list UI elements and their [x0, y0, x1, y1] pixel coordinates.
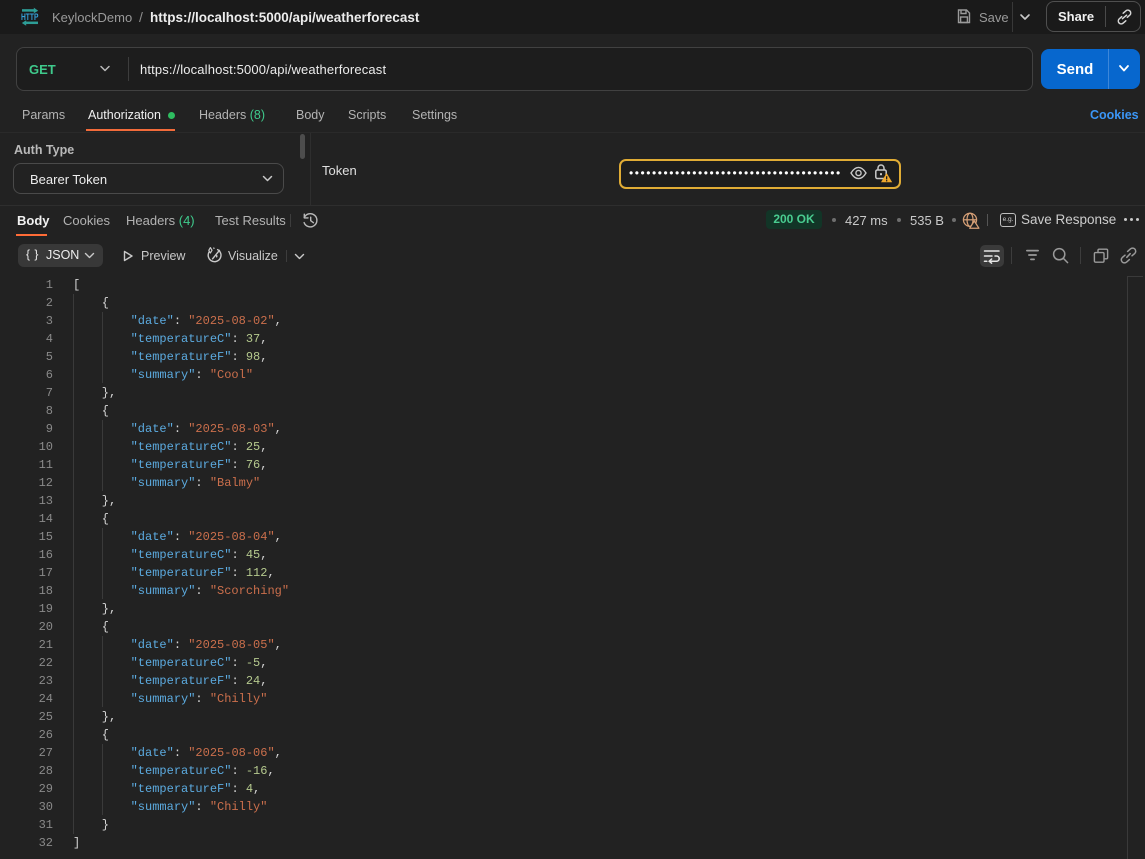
svg-text:HTTP: HTTP — [21, 12, 38, 22]
